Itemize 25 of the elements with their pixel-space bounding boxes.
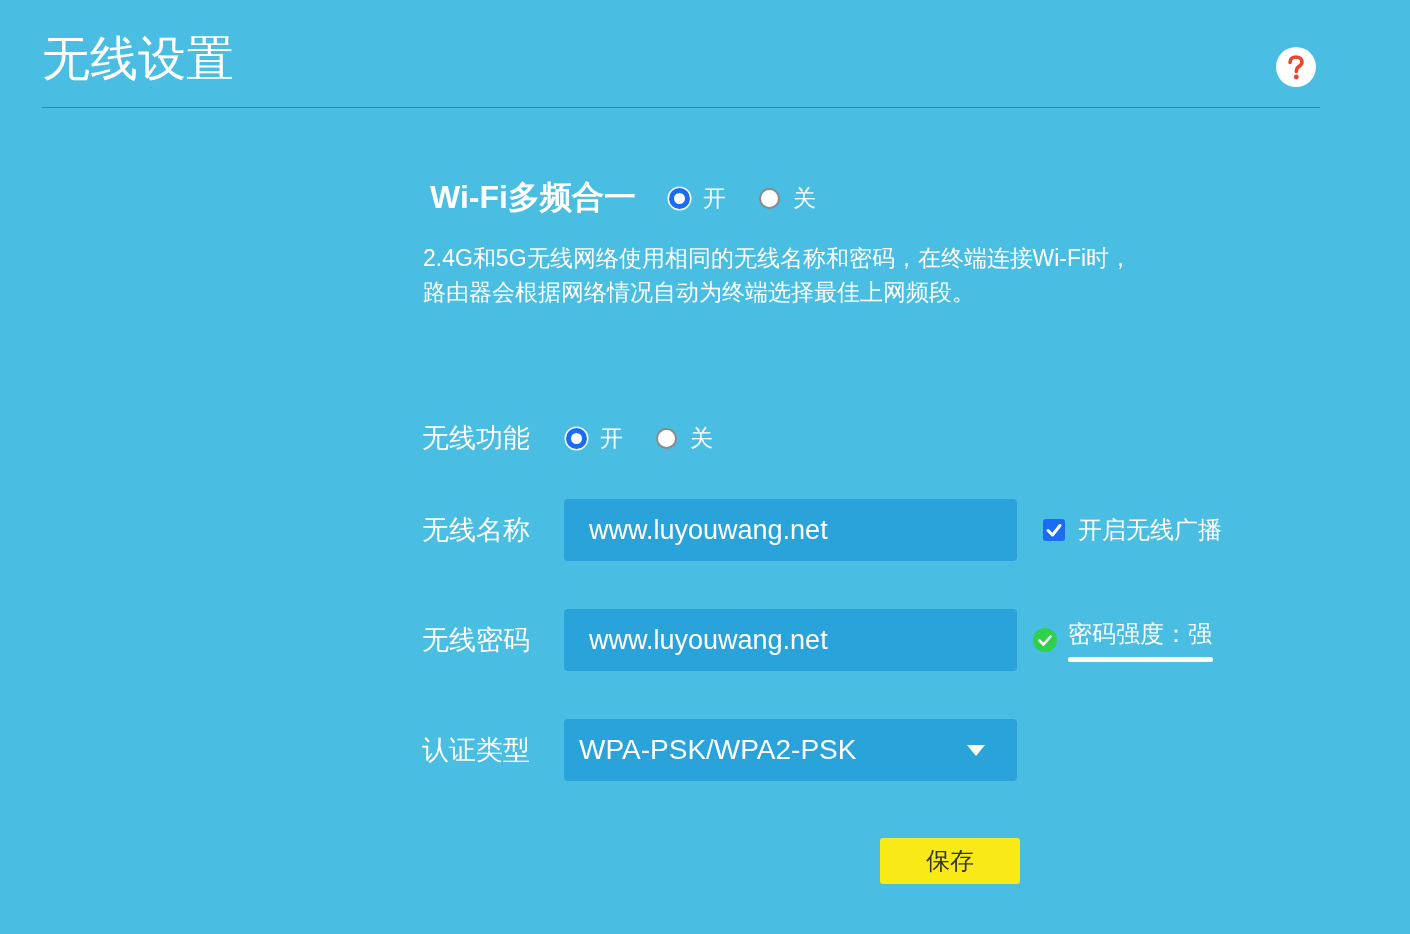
option-label: 开	[600, 423, 623, 453]
field-label: 无线密码	[422, 624, 531, 657]
option-label: 关	[690, 423, 713, 453]
option-label: 关	[792, 183, 816, 213]
field-label: 无线名称	[422, 514, 531, 547]
description-text: 路由器会根据网络情况自动为终端选择最佳上网频段。	[423, 278, 975, 307]
radio-button[interactable]	[656, 427, 677, 449]
multi-band-label: Wi-Fi多频合一	[430, 178, 636, 217]
field-label: 认证类型	[422, 734, 531, 767]
checkbox-label: 开启无线广播	[1078, 515, 1222, 545]
field-label: 无线功能	[422, 422, 531, 455]
auth-type-dropdown[interactable]: WPA-PSK/WPA2-PSK	[564, 719, 1017, 781]
option-label: 开	[702, 183, 726, 213]
radio-button[interactable]	[758, 187, 780, 209]
save-button[interactable]: 保存	[880, 838, 1020, 884]
checkbox[interactable]	[1043, 519, 1065, 541]
caret-icon	[967, 744, 985, 756]
radio-button[interactable]	[668, 187, 690, 209]
password-input[interactable]: www.luyouwang.net	[564, 609, 1017, 671]
radio-button[interactable]	[566, 427, 587, 449]
page-title: 无线设置	[42, 31, 234, 87]
name-input[interactable]: www.luyouwang.net	[564, 499, 1017, 561]
description-text: 2.4G和5G无线网络使用相同的无线名称和密码，在终端连接Wi-Fi时，	[423, 244, 1133, 273]
help-icon[interactable]	[1276, 47, 1316, 87]
strength-label: 密码强度：强	[1068, 618, 1213, 649]
